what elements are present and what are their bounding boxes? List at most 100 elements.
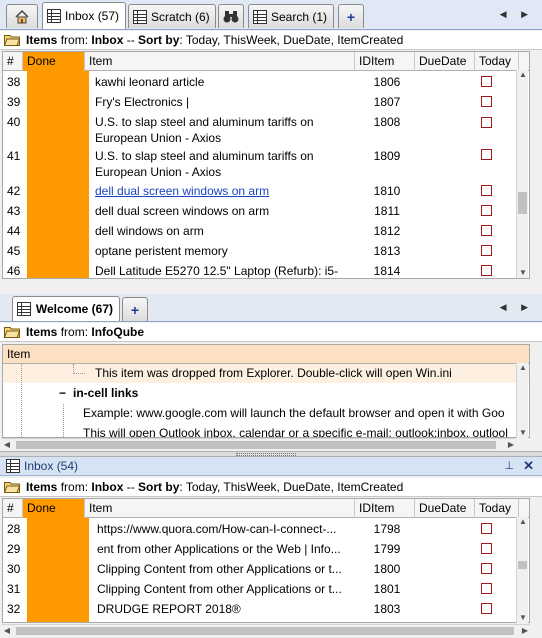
table-row[interactable]: 29 ent from other Applications or the We…: [3, 539, 529, 559]
table-row[interactable]: 41 U.S. to slap steel and aluminum tarif…: [3, 147, 529, 181]
today-checkbox[interactable]: [481, 523, 492, 534]
tab-scroll-arrows[interactable]: ◀ ▶: [500, 9, 534, 20]
row-item[interactable]: kawhi leonard article: [85, 72, 355, 92]
col-header-duedate[interactable]: DueDate: [415, 52, 475, 71]
scroll-down-icon[interactable]: ▼: [518, 428, 528, 438]
scroll-down-icon[interactable]: ▼: [518, 268, 528, 278]
collapse-icon[interactable]: −: [59, 384, 66, 403]
row-item[interactable]: DRUDGE REPORT 2018®: [85, 599, 355, 619]
row-num: 44: [7, 224, 21, 238]
today-checkbox[interactable]: [481, 543, 492, 554]
add-tab-button[interactable]: +: [338, 4, 364, 28]
tab-scroll-arrows[interactable]: ◀ ▶: [500, 302, 534, 313]
row-item[interactable]: U.S. to slap steel and aluminum tariffs …: [85, 113, 355, 147]
pin-icon[interactable]: ⊥: [504, 459, 514, 472]
welcome-horizontal-scrollbar[interactable]: ◀ ▶: [2, 438, 516, 450]
row-item[interactable]: Fry's Electronics |: [85, 92, 355, 112]
scroll-down-icon[interactable]: ▼: [518, 613, 528, 623]
tab-home[interactable]: [6, 4, 38, 28]
scroll-up-icon[interactable]: ▲: [518, 70, 528, 80]
tab-search-binoculars[interactable]: [218, 4, 244, 28]
table-row[interactable]: 43 dell dual screen windows on arm 1811: [3, 201, 529, 221]
add-tab-button[interactable]: +: [122, 297, 148, 321]
table-row[interactable]: 46 Dell Latitude E5270 12.5" Laptop (Ref…: [3, 261, 529, 278]
col-header-num[interactable]: #: [3, 52, 23, 71]
scroll-thumb[interactable]: [16, 627, 514, 635]
table-row[interactable]: 30 Clipping Content from other Applicati…: [3, 559, 529, 579]
list-item[interactable]: − in-cell links: [3, 384, 529, 403]
scroll-left-icon[interactable]: ◀: [2, 625, 12, 636]
today-checkbox[interactable]: [481, 205, 492, 216]
today-checkbox[interactable]: [481, 563, 492, 574]
today-checkbox[interactable]: [481, 185, 492, 196]
col-header-done[interactable]: Done: [23, 499, 85, 518]
row-item[interactable]: U.S. to slap steel and aluminum tariffs …: [85, 147, 355, 181]
row-item[interactable]: Clipping Content from other Applications…: [85, 579, 355, 599]
tab-inbox[interactable]: Inbox (57): [42, 2, 126, 29]
welcome-vertical-scrollbar[interactable]: ▲ ▼: [516, 363, 528, 438]
col-header-iditem[interactable]: IDItem: [355, 499, 415, 518]
close-icon[interactable]: ✕: [523, 458, 534, 474]
list-item[interactable]: Example: www.google.com will launch the …: [3, 404, 529, 423]
items-label: Items: [26, 33, 58, 47]
today-checkbox[interactable]: [481, 603, 492, 614]
scroll-right-icon[interactable]: ▶: [520, 625, 530, 636]
tab-search[interactable]: Search (1): [248, 4, 334, 28]
col-header-done[interactable]: Done: [23, 52, 85, 71]
today-checkbox[interactable]: [481, 245, 492, 256]
row-item[interactable]: dell windows on arm: [85, 221, 355, 241]
row-item[interactable]: Clipping Content from other Applications…: [85, 559, 355, 579]
today-checkbox[interactable]: [481, 265, 492, 276]
inbox-vertical-scrollbar[interactable]: ▲ ▼: [516, 70, 528, 278]
grid-icon: [47, 8, 61, 24]
table-row[interactable]: 31 Clipping Content from other Applicati…: [3, 579, 529, 599]
scroll-thumb[interactable]: [518, 561, 527, 569]
scroll-up-icon[interactable]: ▲: [518, 363, 528, 373]
outline-item-text: This will open Outlook inbox, calendar o…: [83, 426, 508, 438]
col-header-duedate[interactable]: DueDate: [415, 499, 475, 518]
col-header-today[interactable]: Today: [475, 52, 519, 71]
scroll-left-icon[interactable]: ◀: [2, 439, 12, 450]
table-row[interactable]: 44 dell windows on arm 1812: [3, 221, 529, 241]
col-header-item[interactable]: Item: [85, 52, 355, 71]
col-header-today[interactable]: Today: [475, 499, 519, 518]
bottom-inbox-grid: # Done Item IDItem DueDate Today 28 http…: [2, 498, 530, 623]
today-checkbox[interactable]: [481, 76, 492, 87]
col-header-num[interactable]: #: [3, 499, 23, 518]
row-item[interactable]: dell dual screen windows on arm: [85, 201, 355, 221]
today-checkbox[interactable]: [481, 583, 492, 594]
scroll-thumb[interactable]: [518, 192, 527, 214]
bottom-horizontal-scrollbar[interactable]: ◀ ▶: [2, 624, 530, 636]
today-checkbox[interactable]: [481, 96, 492, 107]
table-row[interactable]: 28 https://www.quora.com/How-can-I-conne…: [3, 519, 529, 539]
table-row[interactable]: 32 DRUDGE REPORT 2018® 1803: [3, 599, 529, 619]
scroll-right-icon[interactable]: ▶: [506, 439, 516, 450]
row-item[interactable]: optane peristent memory: [85, 241, 355, 261]
tab-welcome[interactable]: Welcome (67): [12, 296, 120, 321]
tab-label: Search (1): [271, 9, 328, 24]
table-row[interactable]: 45 optane peristent memory 1813: [3, 241, 529, 261]
scroll-up-icon[interactable]: ▲: [518, 517, 528, 527]
col-header-iditem[interactable]: IDItem: [355, 52, 415, 71]
tab-scratch[interactable]: Scratch (6): [128, 4, 216, 28]
col-header-item[interactable]: Item: [3, 345, 529, 364]
row-item[interactable]: https://www.quora.com/How-can-I-connect-…: [85, 519, 355, 539]
splitter-grip[interactable]: [236, 453, 296, 456]
table-row[interactable]: 38 kawhi leonard article 1806: [3, 72, 529, 92]
table-row[interactable]: 39 Fry's Electronics | 1807: [3, 92, 529, 112]
list-item[interactable]: This item was dropped from Explorer. Dou…: [3, 364, 529, 383]
row-item-link[interactable]: dell dual screen windows on arm: [85, 181, 355, 201]
row-item[interactable]: ent from other Applications or the Web |…: [85, 539, 355, 559]
today-checkbox[interactable]: [481, 149, 492, 160]
list-item[interactable]: This will open Outlook inbox, calendar o…: [3, 424, 529, 438]
today-checkbox[interactable]: [481, 225, 492, 236]
col-header-item[interactable]: Item: [85, 499, 355, 518]
bottom-vertical-scrollbar[interactable]: ▲ ▼: [516, 517, 528, 623]
table-row[interactable]: 42 dell dual screen windows on arm 1810: [3, 181, 529, 201]
row-num: 32: [7, 602, 21, 616]
scroll-thumb[interactable]: [16, 441, 496, 449]
row-item[interactable]: Dell Latitude E5270 12.5" Laptop (Refurb…: [85, 261, 355, 278]
items-label: Items: [26, 325, 58, 339]
table-row[interactable]: 40 U.S. to slap steel and aluminum tarif…: [3, 113, 529, 147]
today-checkbox[interactable]: [481, 117, 492, 128]
